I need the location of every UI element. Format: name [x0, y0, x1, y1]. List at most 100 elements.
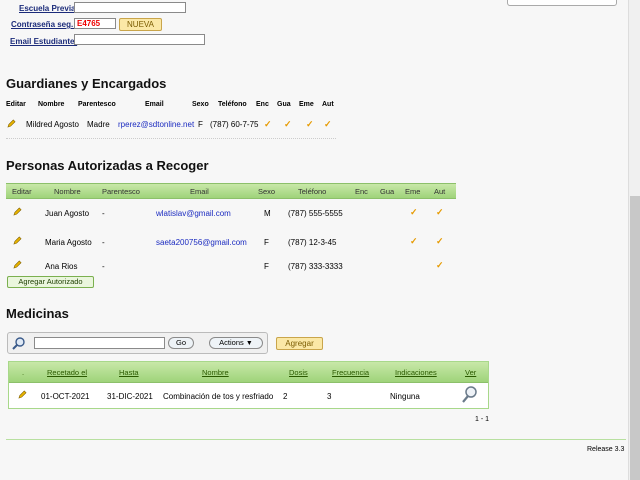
- autorizado-telefono: (787) 555-5555: [288, 209, 343, 218]
- autorizado-sexo: M: [264, 209, 271, 218]
- col-nombre: Nombre: [54, 187, 81, 196]
- email-estudiante-input[interactable]: [74, 34, 205, 45]
- search-input[interactable]: [34, 337, 165, 349]
- guardian-email[interactable]: rperez@sdtonline.net: [118, 120, 194, 129]
- guardian-parentesco: Madre: [87, 120, 110, 129]
- col-parentesco: Parentesco: [102, 187, 140, 196]
- autorizado-parentesco: -: [102, 262, 105, 271]
- medicina-frecuencia: 3: [327, 392, 332, 401]
- pagination: 1 - 1: [475, 416, 490, 423]
- col-dosis[interactable]: Dosis: [289, 368, 308, 377]
- col-telefono: Teléfono: [218, 101, 247, 108]
- check-icon: ✓: [436, 260, 444, 270]
- check-icon: ✓: [306, 119, 314, 129]
- edit-pencil-icon[interactable]: [13, 260, 22, 269]
- autorizado-email[interactable]: wlatislav@gmail.com: [156, 209, 231, 218]
- table-row: 01-OCT-2021 31-DIC-2021 Combinación de t…: [9, 384, 488, 406]
- autorizado-telefono: (787) 333-3333: [288, 262, 343, 271]
- guardian-sexo: F: [198, 120, 203, 129]
- col-ver[interactable]: Ver: [465, 368, 476, 377]
- col-eme: Eme: [405, 187, 421, 196]
- contrasena-label: Contraseña seg.:: [11, 20, 76, 29]
- check-icon: ✓: [324, 119, 332, 129]
- table-row: Juan Agosto - wlatislav@gmail.com M (787…: [6, 207, 456, 221]
- autorizadas-title: Personas Autorizadas a Recoger: [6, 158, 209, 173]
- nueva-button[interactable]: NUEVA: [119, 18, 162, 31]
- autorizado-sexo: F: [264, 238, 269, 247]
- guardianes-title: Guardianes y Encargados: [6, 76, 167, 91]
- col-indicaciones[interactable]: Indicaciones: [395, 368, 437, 377]
- edit-pencil-icon[interactable]: [18, 390, 27, 399]
- col-enc: Enc: [355, 187, 368, 196]
- col-frecuencia[interactable]: Frecuencia: [332, 368, 369, 377]
- release-label: Release 3.3: [587, 446, 625, 453]
- col-nombre[interactable]: Nombre: [202, 368, 229, 377]
- check-icon: ✓: [264, 119, 272, 129]
- contrasena-input[interactable]: E4765: [74, 18, 116, 29]
- col-telefono: Teléfono: [298, 187, 327, 196]
- medicinas-table: . Recetado el Hasta Nombre Dosis Frecuen…: [8, 361, 489, 409]
- autorizado-parentesco: -: [102, 209, 105, 218]
- agregar-medicina-button[interactable]: Agregar: [276, 337, 323, 350]
- escuela-previa-input[interactable]: [74, 2, 186, 13]
- medicinas-title: Medicinas: [6, 306, 69, 321]
- col-nombre: Nombre: [38, 101, 65, 108]
- guardian-telefono: (787) 60-7-75: [210, 120, 259, 129]
- col-aut: Aut: [322, 101, 334, 108]
- contrasena-value: E4765: [77, 19, 101, 28]
- col-aut: Aut: [434, 187, 446, 196]
- edit-pencil-icon[interactable]: [13, 236, 22, 245]
- edit-pencil-icon[interactable]: [7, 119, 16, 128]
- table-row: Ana Rios - F (787) 333-3333 ✓: [6, 260, 456, 274]
- col-editar: Editar: [12, 187, 32, 196]
- divider: [6, 138, 336, 139]
- edit-pencil-icon[interactable]: [13, 207, 22, 216]
- actions-button[interactable]: Actions ▼: [209, 337, 263, 349]
- medicina-recetado: 01-OCT-2021: [41, 392, 90, 401]
- search-toolbar: Go Actions ▼: [7, 332, 268, 354]
- col-sexo: Sexo: [192, 101, 209, 108]
- check-icon: ✓: [436, 236, 444, 246]
- check-icon: ✓: [410, 207, 418, 217]
- col-eme: Eme: [299, 101, 314, 108]
- col-sexo: Sexo: [258, 187, 276, 196]
- col-dot: .: [22, 368, 25, 377]
- autorizado-sexo: F: [264, 262, 269, 271]
- search-icon[interactable]: [12, 336, 26, 350]
- top-right-box: [507, 0, 617, 6]
- agregar-autorizado-button[interactable]: Agregar Autorizado: [7, 276, 94, 288]
- check-icon: ✓: [284, 119, 292, 129]
- vertical-scrollbar[interactable]: [628, 0, 640, 480]
- autorizado-telefono: (787) 12-3-45: [288, 238, 337, 247]
- footer-divider: [6, 439, 626, 440]
- autorizado-nombre: Ana Rios: [45, 262, 78, 271]
- medicina-hasta: 31-DIC-2021: [107, 392, 153, 401]
- escuela-previa-label: Escuela Previa: [19, 4, 76, 13]
- col-parentesco: Parentesco: [78, 101, 116, 108]
- autorizadas-header: Editar Nombre Parentesco Email Sexo Telé…: [6, 183, 456, 199]
- autorizado-email[interactable]: saeta200756@gmail.com: [156, 238, 247, 247]
- medicina-nombre: Combinación de tos y resfriado: [163, 392, 274, 401]
- check-icon: ✓: [436, 207, 444, 217]
- col-gua: Gua: [277, 101, 291, 108]
- col-email: Email: [190, 187, 209, 196]
- medicina-dosis: 2: [283, 392, 288, 401]
- col-editar: Editar: [6, 101, 26, 108]
- table-row: Maria Agosto - saeta200756@gmail.com F (…: [6, 236, 456, 250]
- actions-label: Actions: [219, 338, 244, 347]
- col-enc: Enc: [256, 101, 269, 108]
- medicinas-header: . Recetado el Hasta Nombre Dosis Frecuen…: [9, 362, 488, 383]
- col-hasta[interactable]: Hasta: [119, 368, 139, 377]
- col-recetado[interactable]: Recetado el: [47, 368, 87, 377]
- col-gua: Gua: [380, 187, 395, 196]
- go-button[interactable]: Go: [168, 337, 194, 349]
- view-magnifier-icon[interactable]: [462, 386, 478, 403]
- autorizado-nombre: Juan Agosto: [45, 209, 90, 218]
- chevron-down-icon: ▼: [245, 340, 253, 347]
- guardian-nombre: Mildred Agosto: [26, 120, 79, 129]
- autorizado-parentesco: -: [102, 238, 105, 247]
- scrollbar-thumb[interactable]: [630, 196, 640, 480]
- email-estudiante-label: Email Estudiante:: [10, 37, 78, 46]
- table-row: Mildred Agosto Madre rperez@sdtonline.ne…: [6, 119, 336, 133]
- check-icon: ✓: [410, 236, 418, 246]
